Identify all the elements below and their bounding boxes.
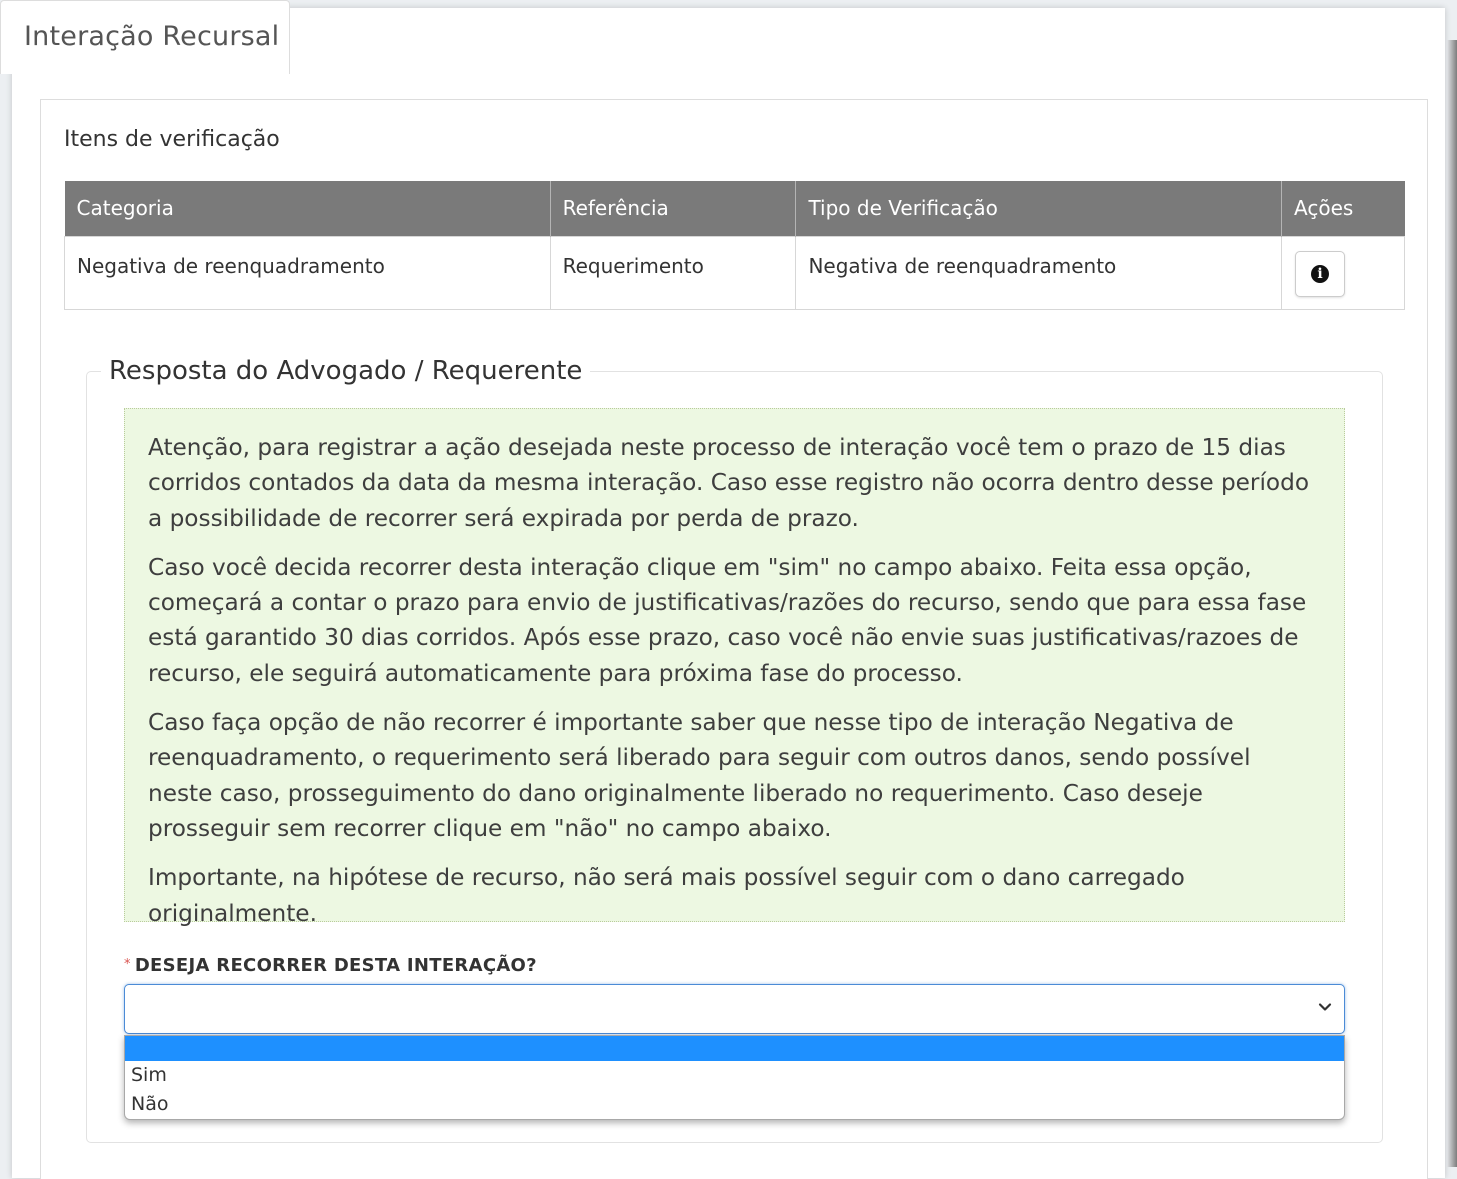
section-title: Itens de verificação <box>64 127 280 152</box>
info-button[interactable]: i <box>1295 250 1346 297</box>
dropdown-option-empty[interactable] <box>125 1036 1344 1061</box>
dropdown-option-sim[interactable]: Sim <box>125 1061 1344 1090</box>
cell-tipo-verificacao: Negativa de reenquadramento <box>795 235 1283 310</box>
notice-paragraph: Importante, na hipótese de recurso, não … <box>148 864 1185 927</box>
cell-referencia: Requerimento <box>549 235 797 310</box>
column-header-acoes: Ações <box>1281 181 1405 236</box>
window-edge-shadow <box>1447 40 1457 1167</box>
cell-categoria: Negativa de reenquadramento <box>64 235 551 310</box>
dropdown-option-nao[interactable]: Não <box>125 1090 1344 1119</box>
tab-interacao-recursal[interactable]: Interação Recursal <box>0 0 290 74</box>
notice-paragraph: Caso faça opção de não recorrer é import… <box>148 709 1251 842</box>
chevron-down-icon <box>1318 1003 1332 1011</box>
recorrer-dropdown-list: Sim Não <box>124 1035 1345 1120</box>
verification-items-table: Categoria Referência Tipo de Verificação… <box>64 181 1405 310</box>
recorrer-question-label: * DESEJA RECORRER DESTA INTERAÇÃO? <box>124 955 537 976</box>
table-header-row: Categoria Referência Tipo de Verificação… <box>64 181 1405 236</box>
notice-paragraph: Caso você decida recorrer desta interaçã… <box>148 553 1307 687</box>
column-header-categoria: Categoria <box>64 181 551 236</box>
recorrer-select[interactable] <box>124 984 1345 1034</box>
notice-paragraph: Atenção, para registrar a ação desejada … <box>148 434 1310 532</box>
required-mark: * <box>124 957 131 972</box>
deadline-notice: Atenção, para registrar a ação desejada … <box>124 408 1345 927</box>
resposta-legend: Resposta do Advogado / Requerente <box>109 356 583 386</box>
info-circle-icon: i <box>1311 264 1330 283</box>
table-row: Negativa de reenquadramento Requerimento… <box>64 235 1405 310</box>
cell-acoes: i <box>1281 235 1405 310</box>
question-text: DESEJA RECORRER DESTA INTERAÇÃO? <box>134 955 537 976</box>
column-header-tipo-verificacao: Tipo de Verificação <box>795 181 1283 236</box>
column-header-referencia: Referência <box>550 181 797 236</box>
